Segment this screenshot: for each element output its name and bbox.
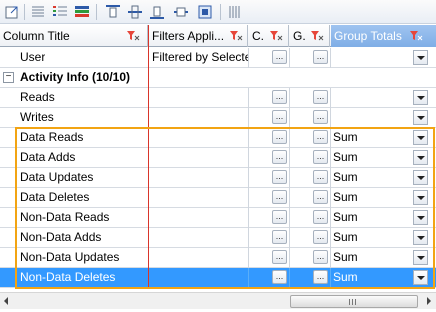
table-row[interactable]: Reads ... ... <box>0 88 436 108</box>
table-row[interactable]: Data Adds ... ... Sum <box>0 148 436 168</box>
g-ellipsis-button[interactable]: ... <box>313 170 328 184</box>
group-total-cell: Sum <box>333 170 358 184</box>
collapse-icon[interactable]: − <box>3 72 14 83</box>
column-title-cell: Reads <box>20 90 55 104</box>
column-title-cell: Data Updates <box>20 170 94 184</box>
c-ellipsis-button[interactable]: ... <box>272 90 287 104</box>
grid-header: Column Title Filters Appli... C. G. Grou… <box>0 25 436 47</box>
column-title-cell: User <box>20 50 46 64</box>
column-title-header[interactable]: Column Title <box>0 25 148 47</box>
group-total-dropdown[interactable] <box>413 230 428 245</box>
align-bottom-icon[interactable] <box>148 3 166 21</box>
group-total-dropdown[interactable] <box>413 90 428 105</box>
c-ellipsis-button[interactable]: ... <box>272 130 287 144</box>
frozen-column-divider <box>148 25 149 289</box>
group-total-dropdown[interactable] <box>413 210 428 225</box>
c-column-header[interactable]: C. <box>249 25 289 47</box>
g-column-header[interactable]: G. <box>290 25 330 47</box>
table-row[interactable]: Non-Data Reads ... ... Sum <box>0 208 436 228</box>
group-total-cell: Sum <box>333 230 358 244</box>
table-row[interactable]: User Filtered by Selecte ... ... <box>0 48 436 68</box>
c-ellipsis-button[interactable]: ... <box>272 50 287 64</box>
group-total-cell: Sum <box>333 190 358 204</box>
c-ellipsis-button[interactable]: ... <box>272 110 287 124</box>
group-total-dropdown[interactable] <box>413 150 428 165</box>
g-ellipsis-button[interactable]: ... <box>313 130 328 144</box>
scroll-left-icon[interactable] <box>4 297 8 305</box>
filter-icon[interactable] <box>310 30 324 42</box>
g-ellipsis-button[interactable]: ... <box>313 150 328 164</box>
filter-icon[interactable] <box>126 30 140 42</box>
table-row[interactable]: Writes ... ... <box>0 108 436 128</box>
column-title-cell: Writes <box>20 110 54 124</box>
table-row[interactable]: Non-Data Updates ... ... Sum <box>0 248 436 268</box>
filter-icon[interactable] <box>409 30 423 42</box>
filter-icon[interactable] <box>229 30 243 42</box>
g-ellipsis-button[interactable]: ... <box>313 190 328 204</box>
column-title-cell: Non-Data Updates <box>20 250 120 264</box>
g-ellipsis-button[interactable]: ... <box>313 110 328 124</box>
group-row[interactable]: − Activity Info (10/10) <box>0 68 436 88</box>
align-center-icon[interactable] <box>172 3 190 21</box>
column-title-cell: Data Adds <box>20 150 76 164</box>
column-title-cell: Non-Data Reads <box>20 210 110 224</box>
c-ellipsis-button[interactable]: ... <box>272 170 287 184</box>
scroll-right-icon[interactable] <box>427 297 431 305</box>
group-total-dropdown[interactable] <box>413 190 428 205</box>
group-total-dropdown[interactable] <box>413 270 428 285</box>
group-total-dropdown[interactable] <box>413 130 428 145</box>
g-ellipsis-button[interactable]: ... <box>313 250 328 264</box>
expand-icon[interactable] <box>3 3 21 21</box>
table-row-selected[interactable]: Non-Data Deletes ... ... Sum <box>0 268 436 288</box>
group-total-dropdown[interactable] <box>413 250 428 265</box>
c-ellipsis-button[interactable]: ... <box>272 210 287 224</box>
group-total-dropdown[interactable] <box>413 110 428 125</box>
colored-list-icon[interactable] <box>51 3 69 21</box>
column-title-cell: Data Reads <box>20 130 84 144</box>
group-total-cell: Sum <box>333 150 358 164</box>
g-ellipsis-button[interactable]: ... <box>313 270 328 284</box>
align-top-icon[interactable] <box>104 3 122 21</box>
group-title: Activity Info (10/10) <box>20 70 131 84</box>
table-row[interactable]: Non-Data Adds ... ... Sum <box>0 228 436 248</box>
g-ellipsis-button[interactable]: ... <box>313 210 328 224</box>
c-ellipsis-button[interactable]: ... <box>272 230 287 244</box>
column-title-cell: Non-Data Adds <box>20 230 102 244</box>
c-ellipsis-button[interactable]: ... <box>272 270 287 284</box>
scrollbar-thumb[interactable] <box>290 295 418 308</box>
group-total-cell: Sum <box>333 210 358 224</box>
list-icon[interactable] <box>29 3 47 21</box>
g-ellipsis-button[interactable]: ... <box>313 90 328 104</box>
c-ellipsis-button[interactable]: ... <box>272 150 287 164</box>
column-icon[interactable] <box>226 3 244 21</box>
toolbar <box>0 0 436 24</box>
group-total-dropdown[interactable] <box>413 50 428 65</box>
group-total-cell: Sum <box>333 250 358 264</box>
filter-cell[interactable]: Filtered by Selecte <box>152 48 248 67</box>
column-title-cell: Non-Data Deletes <box>20 270 116 284</box>
fit-icon[interactable] <box>196 3 214 21</box>
align-middle-icon[interactable] <box>126 3 144 21</box>
table-row[interactable]: Data Deletes ... ... Sum <box>0 188 436 208</box>
table-row[interactable]: Data Reads ... ... Sum <box>0 128 436 148</box>
g-ellipsis-button[interactable]: ... <box>313 230 328 244</box>
c-ellipsis-button[interactable]: ... <box>272 190 287 204</box>
group-total-cell: Sum <box>333 130 358 144</box>
filters-applied-header[interactable]: Filters Appli... <box>149 25 248 47</box>
colored-bars-icon[interactable] <box>73 3 91 21</box>
group-total-dropdown[interactable] <box>413 170 428 185</box>
table-row[interactable]: Data Updates ... ... Sum <box>0 168 436 188</box>
g-ellipsis-button[interactable]: ... <box>313 50 328 64</box>
column-title-cell: Data Deletes <box>20 190 90 204</box>
filter-icon[interactable] <box>269 30 283 42</box>
group-total-cell: Sum <box>333 270 358 284</box>
group-totals-header[interactable]: Group Totals <box>331 25 436 47</box>
horizontal-scrollbar[interactable] <box>0 292 436 309</box>
c-ellipsis-button[interactable]: ... <box>272 250 287 264</box>
